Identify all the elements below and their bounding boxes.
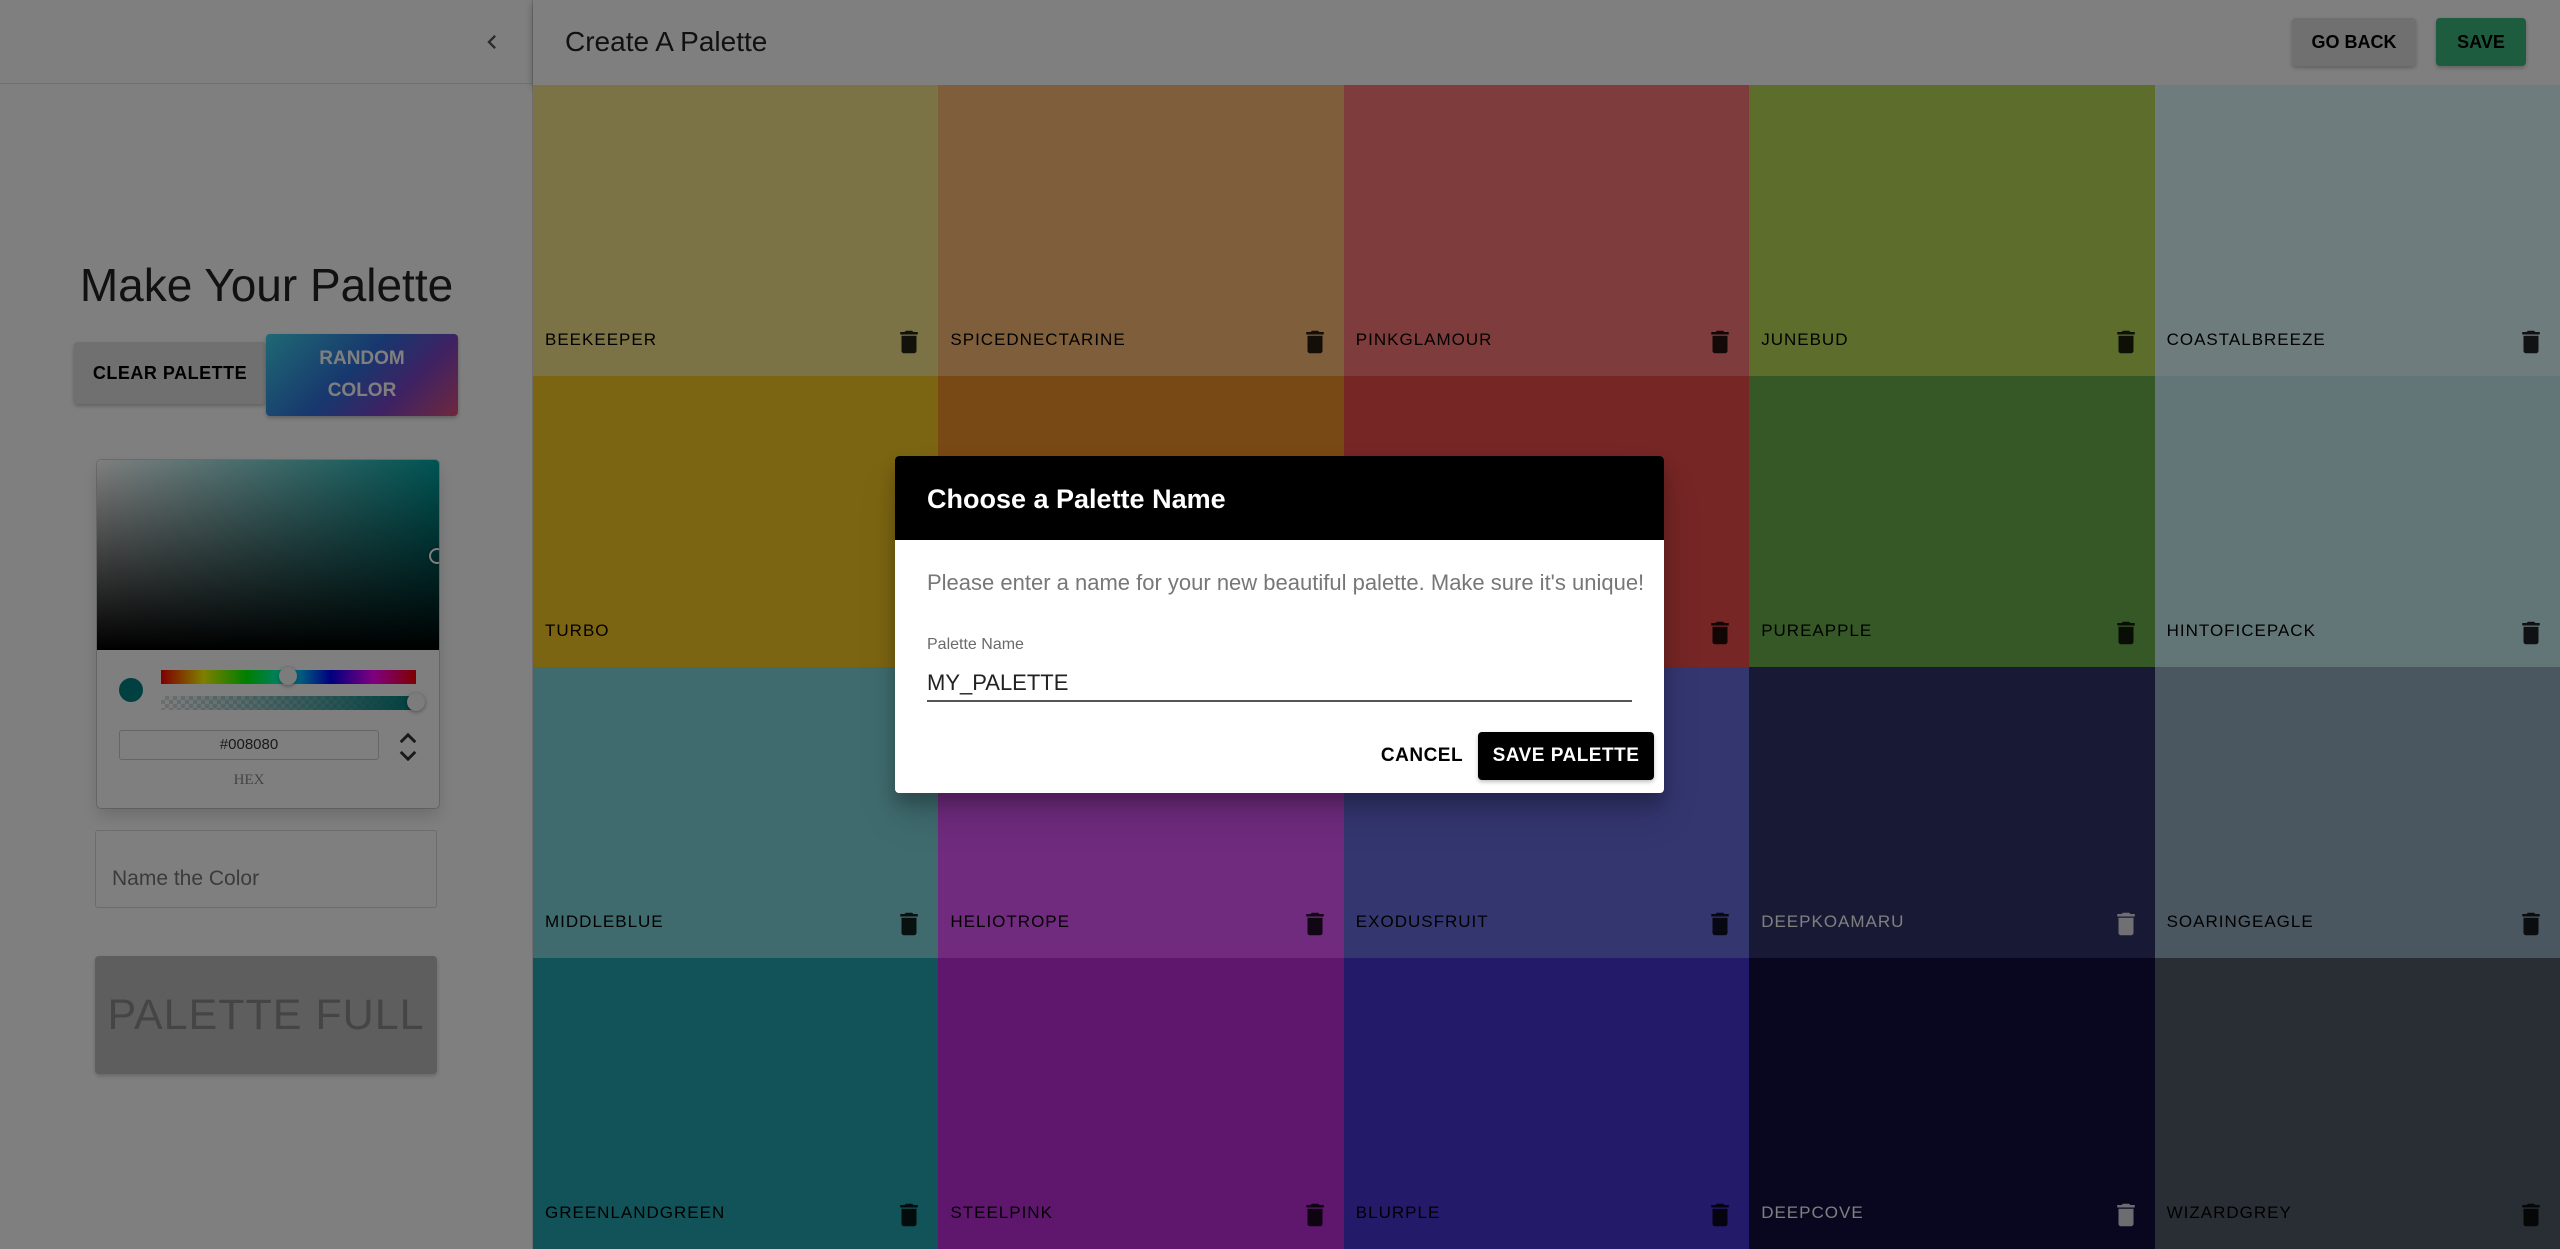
- palette-name-label: Palette Name: [927, 636, 1024, 653]
- save-palette-button[interactable]: SAVE PALETTE: [1478, 732, 1654, 780]
- palette-name-dialog: Choose a Palette Name Please enter a nam…: [895, 456, 1664, 793]
- app: Make Your Palette CLEAR PALETTE RANDOM C…: [0, 0, 2560, 1249]
- dialog-text: Please enter a name for your new beautif…: [927, 570, 1645, 595]
- dialog-title: Choose a Palette Name: [895, 456, 1664, 540]
- cancel-button[interactable]: CANCEL: [1373, 732, 1471, 780]
- palette-name-input[interactable]: [927, 656, 1632, 702]
